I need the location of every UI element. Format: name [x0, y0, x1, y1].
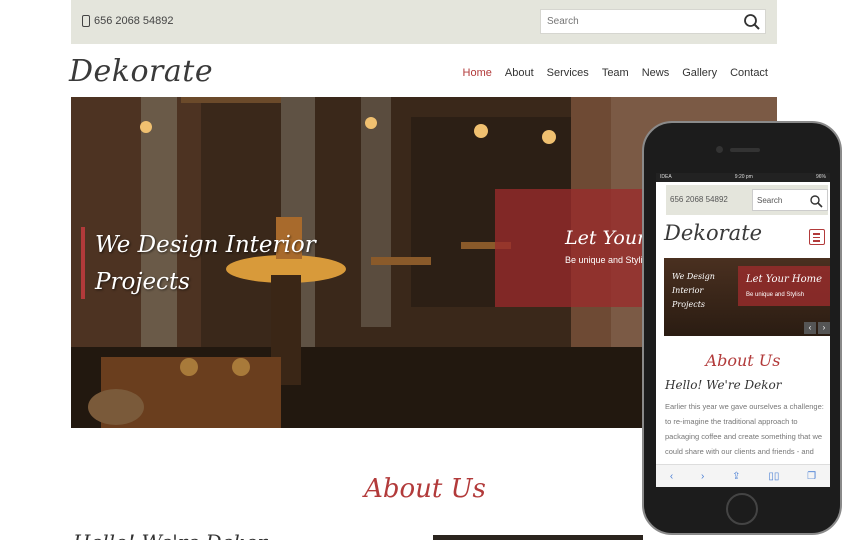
- bookmarks-icon[interactable]: ▯▯: [768, 471, 779, 482]
- mobile-search-placeholder: Search: [757, 196, 783, 205]
- mobile-about-body: Earlier this year we gave ourselves a ch…: [665, 402, 824, 471]
- search-input[interactable]: [541, 10, 737, 33]
- nav-about[interactable]: About: [505, 67, 534, 79]
- about-image: [433, 535, 643, 540]
- phone-speaker: [730, 148, 760, 152]
- share-icon[interactable]: ⇪: [732, 471, 740, 482]
- mobile-screen: IDEA 9:20 pm 96% 656 2068 54892 Search D…: [656, 173, 830, 487]
- search-icon[interactable]: [743, 13, 761, 31]
- search-icon[interactable]: [809, 194, 823, 208]
- mobile-hero-text: We Design Interior Projects: [672, 272, 715, 309]
- nav-news[interactable]: News: [642, 67, 670, 79]
- nav-services[interactable]: Services: [547, 67, 589, 79]
- nav-team[interactable]: Team: [602, 67, 629, 79]
- mobile-logo[interactable]: Dekorate: [664, 221, 762, 245]
- mobile-hero: We Design Interior Projects Let Your Hom…: [664, 258, 830, 336]
- tabs-icon[interactable]: ❐: [807, 471, 816, 482]
- mobile-about-heading: About Us: [705, 351, 781, 370]
- nav-gallery[interactable]: Gallery: [682, 67, 717, 79]
- hero-accent-bar: [81, 227, 85, 299]
- search-box: [540, 9, 766, 34]
- status-battery: 96%: [815, 174, 826, 180]
- hamburger-menu-icon[interactable]: [809, 229, 825, 245]
- hero-slide-panel: Let Your Home Be unique and Stylish: [495, 189, 710, 307]
- phone-camera: [716, 146, 723, 153]
- main-nav: Home About Services Team News Gallery Co…: [463, 67, 768, 79]
- mobile-search-box[interactable]: Search: [752, 189, 828, 211]
- mobile-device-mockup: IDEA 9:20 pm 96% 656 2068 54892 Search D…: [642, 121, 842, 535]
- status-time: 9:20 pm: [734, 174, 753, 180]
- top-bar: 656 2068 54892: [71, 0, 777, 44]
- slider-next-icon[interactable]: ›: [818, 322, 830, 334]
- phone-number: 656 2068 54892: [94, 15, 174, 27]
- forward-icon[interactable]: ›: [701, 471, 704, 482]
- slider-prev-icon[interactable]: ‹: [804, 322, 816, 334]
- status-carrier: IDEA: [660, 174, 672, 180]
- phone-home-button: [726, 493, 758, 525]
- nav-home[interactable]: Home: [463, 67, 492, 79]
- browser-toolbar: ‹ › ⇪ ▯▯ ❐: [656, 464, 830, 487]
- hero-panel-subtitle: Be unique and Stylish: [565, 255, 653, 265]
- mobile-phone-number: 656 2068 54892: [670, 195, 728, 204]
- site-logo[interactable]: Dekorate: [69, 54, 213, 89]
- back-icon[interactable]: ‹: [670, 471, 673, 482]
- phone-icon: [82, 15, 90, 27]
- mobile-panel-subtitle: Be unique and Stylish: [746, 292, 805, 298]
- about-subheading: Hello! We're Dekor: [73, 530, 267, 540]
- mobile-about-subheading: Hello! We're Dekor: [665, 378, 782, 392]
- contact-phone: 656 2068 54892: [82, 15, 174, 27]
- mobile-status-bar: IDEA 9:20 pm 96%: [656, 173, 830, 182]
- mobile-top-bar: 656 2068 54892 Search: [666, 185, 828, 215]
- nav-contact[interactable]: Contact: [730, 67, 768, 79]
- hero-title: We Design Interior Projects: [95, 232, 316, 295]
- mobile-hero-panel: Let Your Home Be unique and Stylish: [738, 266, 830, 306]
- page: 656 2068 54892 Dekorate Home About Servi…: [0, 0, 850, 540]
- mobile-panel-title: Let Your Home: [746, 274, 823, 285]
